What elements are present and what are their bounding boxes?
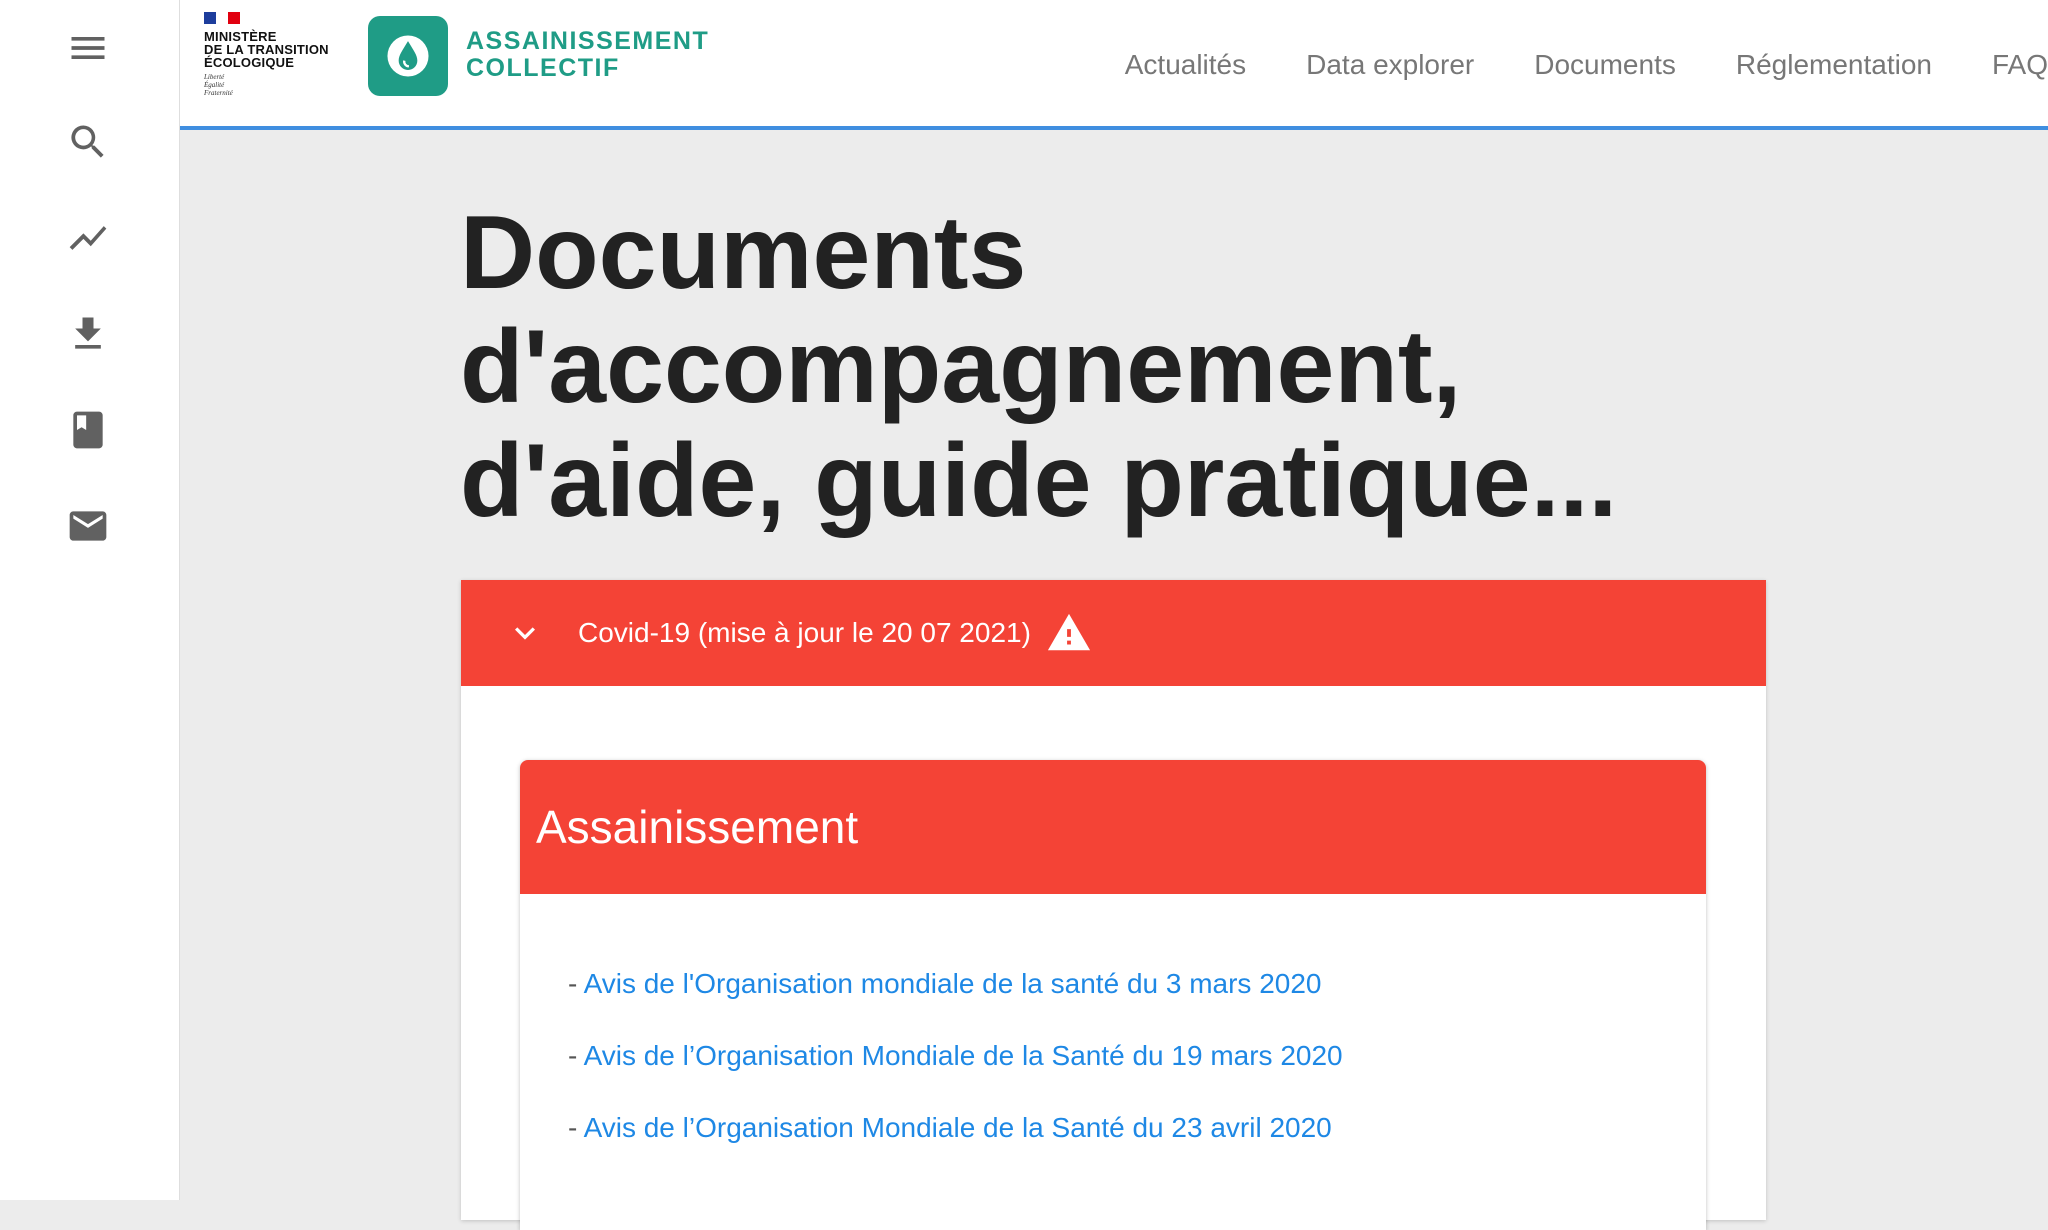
mail-icon — [69, 511, 107, 541]
menu-icon — [71, 37, 105, 59]
side-rail — [0, 0, 180, 1200]
app-name-line1: ASSAINISSEMENT — [466, 27, 710, 55]
search-icon — [71, 125, 104, 158]
warning-icon — [1047, 613, 1091, 651]
search-button[interactable] — [46, 100, 130, 184]
documents-button[interactable] — [46, 388, 130, 472]
ministry-logo[interactable]: MINISTÈRE DE LA TRANSITION ÉCOLOGIQUE Li… — [204, 12, 344, 112]
ministry-motto: Liberté Égalité Fraternité — [204, 73, 233, 97]
document-link[interactable]: Avis de l’Organisation Mondiale de la Sa… — [584, 1040, 1343, 1071]
list-item: - Avis de l'Organisation mondiale de la … — [568, 965, 1343, 1037]
data-explorer-button[interactable] — [46, 196, 130, 280]
list-bullet: - — [568, 1040, 584, 1071]
list-bullet: - — [568, 1112, 584, 1143]
document-list: - Avis de l'Organisation mondiale de la … — [568, 965, 1343, 1181]
ministry-name: MINISTÈRE DE LA TRANSITION ÉCOLOGIQUE — [204, 29, 329, 70]
nav-actualites[interactable]: Actualités — [1125, 49, 1246, 81]
nav-data-explorer[interactable]: Data explorer — [1306, 49, 1474, 81]
main-nav: Actualités Data explorer Documents Régle… — [1125, 40, 2048, 90]
document-link[interactable]: Avis de l’Organisation Mondiale de la Sa… — [584, 1112, 1332, 1143]
download-icon — [75, 317, 101, 349]
assainissement-card: Assainissement - Avis de l'Organisation … — [520, 760, 1706, 1230]
covid-panel-title: Covid-19 (mise à jour le 20 07 2021) — [578, 617, 1031, 648]
download-button[interactable] — [46, 292, 130, 376]
card-title: Assainissement — [536, 801, 859, 853]
french-flag-icon — [204, 12, 240, 24]
covid-panel: Covid-19 (mise à jour le 20 07 2021) Ass… — [461, 580, 1766, 1230]
app-name[interactable]: ASSAINISSEMENT COLLECTIF — [466, 28, 709, 82]
nav-reglementation[interactable]: Réglementation — [1736, 49, 1932, 81]
app-logo[interactable] — [368, 16, 448, 96]
nav-documents[interactable]: Documents — [1534, 49, 1676, 81]
chevron-down-icon — [515, 627, 535, 640]
book-icon — [73, 411, 103, 449]
covid-panel-header[interactable]: Covid-19 (mise à jour le 20 07 2021) — [461, 580, 1766, 686]
app-name-line2: COLLECTIF — [466, 54, 620, 82]
water-drop-icon — [387, 35, 429, 77]
list-bullet: - — [568, 968, 584, 999]
list-item: - Avis de l’Organisation Mondiale de la … — [568, 1109, 1343, 1181]
card-header: Assainissement — [520, 760, 1706, 894]
top-header: MINISTÈRE DE LA TRANSITION ÉCOLOGIQUE Li… — [180, 0, 2048, 130]
contact-button[interactable] — [46, 484, 130, 568]
page-title: Documents d'accompagnement, d'aide, guid… — [460, 195, 1618, 539]
document-link[interactable]: Avis de l'Organisation mondiale de la sa… — [584, 968, 1322, 999]
nav-faq[interactable]: FAQ — [1992, 49, 2048, 81]
trending-icon — [69, 226, 107, 250]
list-item: - Avis de l’Organisation Mondiale de la … — [568, 1037, 1343, 1109]
menu-button[interactable] — [46, 6, 130, 90]
